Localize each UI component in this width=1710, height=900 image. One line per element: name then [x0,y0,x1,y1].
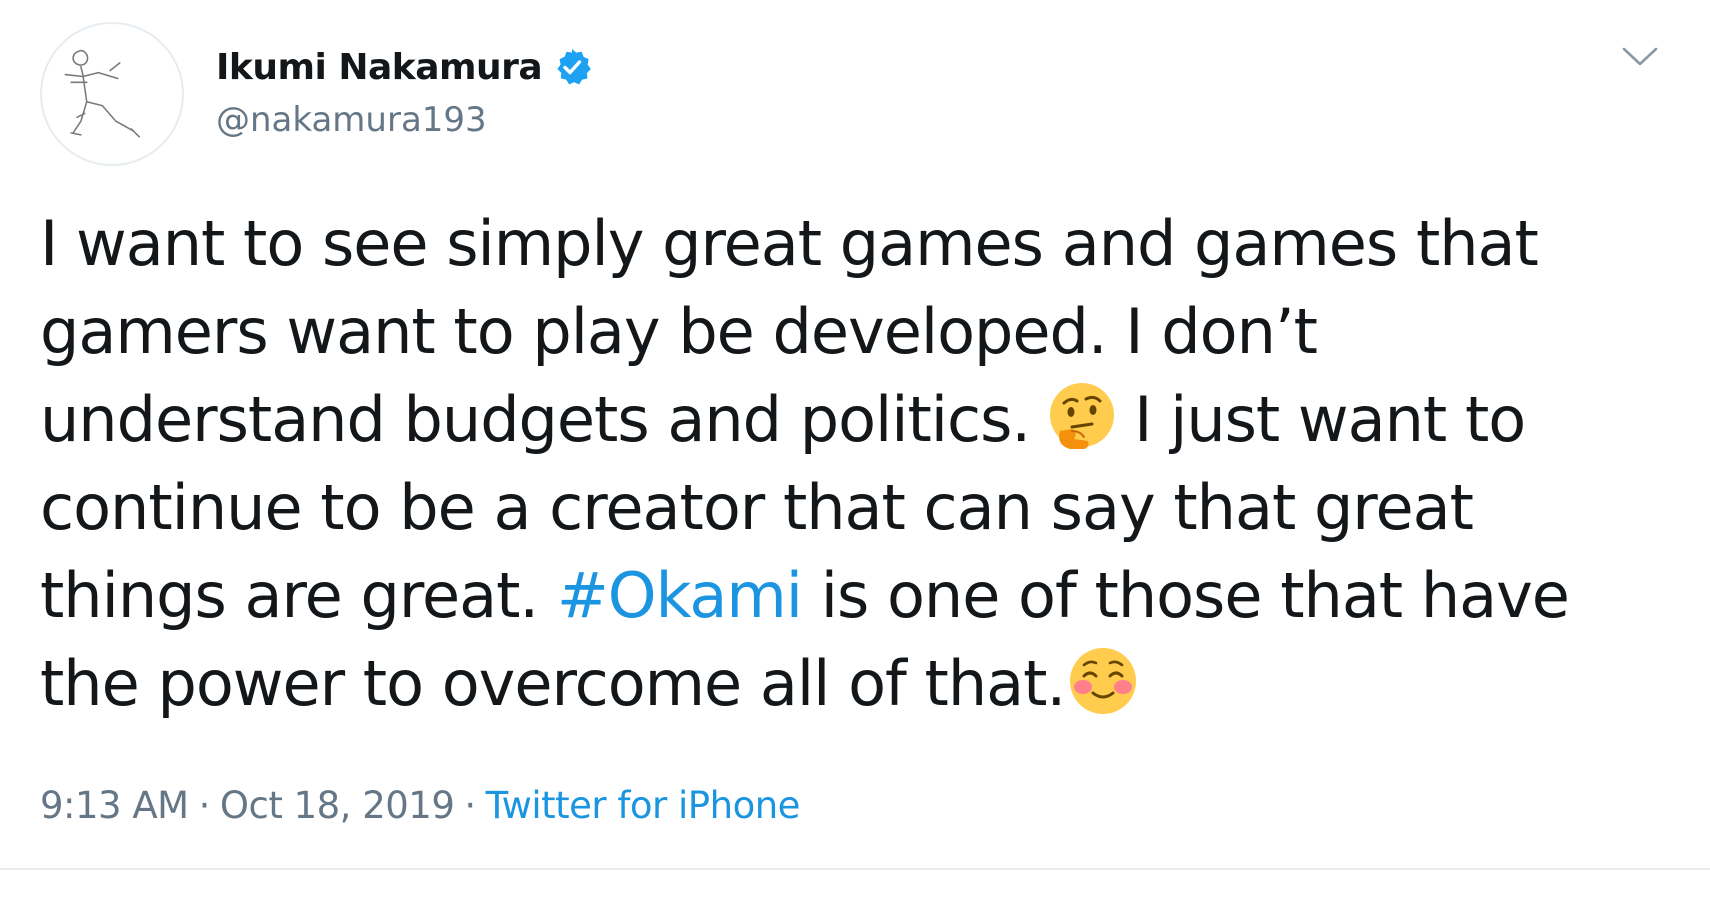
tweet-line: I want to see simply great games and gam… [40,207,1539,280]
tweet-text-segment: I just want to [1134,383,1526,456]
tweet-date[interactable]: Oct 18, 2019 [220,784,455,827]
author-handle[interactable]: @nakamura193 [216,100,487,140]
tweet-text-segment: understand budgets and politics. [40,383,1031,456]
verified-badge-icon [552,47,592,87]
divider [0,868,1710,870]
meta-separator: · [198,784,211,827]
tweet-time[interactable]: 9:13 AM [40,784,189,827]
tweet-line: things are great. #Okami is one of those… [40,552,1660,640]
author-name[interactable]: Ikumi Nakamura [216,47,543,88]
tweet-text: I want to see simply great games and gam… [40,200,1660,728]
tweet-text-segment: things are great. [40,559,539,632]
author-avatar[interactable] [40,22,184,166]
tweet-card: Ikumi Nakamura @nakamura193 I want to se… [0,0,1710,900]
chevron-down-icon[interactable] [1618,40,1662,74]
tweet-line: continue to be a creator that can say th… [40,471,1474,544]
stick-figure-icon [64,49,140,138]
tweet-text-segment: the power to overcome all of that. [40,647,1066,720]
meta-separator: · [464,784,476,827]
tweet-source-link[interactable]: Twitter for iPhone [486,784,801,827]
thinking-face-icon [1044,379,1120,455]
tweet-meta: 9:13 AM · Oct 18, 2019 · Twitter for iPhone [40,784,800,827]
author-name-row: Ikumi Nakamura [216,42,592,92]
tweet-line: gamers want to play be developed. I don’… [40,295,1318,368]
hashtag-link[interactable]: #Okami [557,559,803,632]
tweet-line: understand budgets and politics. I just … [40,376,1660,464]
tweet-text-segment: is one of those that have [820,559,1570,632]
smiling-face-icon [1065,643,1141,719]
tweet-line: the power to overcome all of that. [40,640,1660,728]
